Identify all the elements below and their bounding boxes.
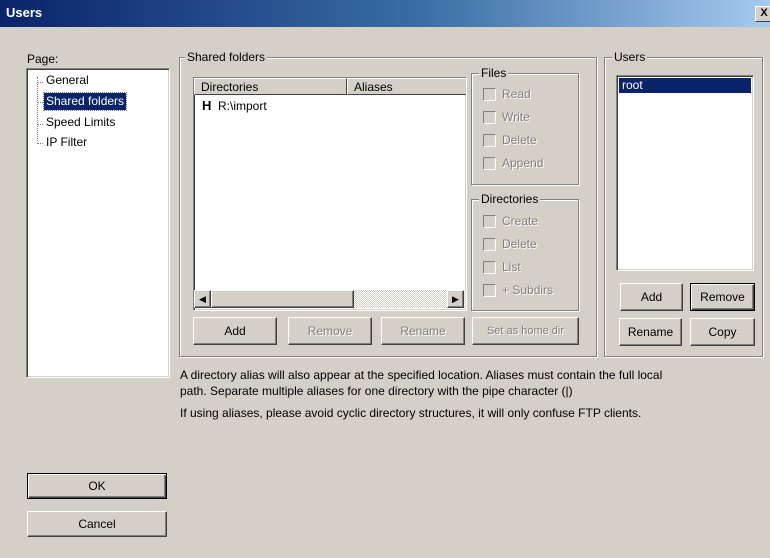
checkbox-icon xyxy=(483,156,496,170)
create-dir-checkbox[interactable]: Create xyxy=(483,214,538,228)
scroll-right-arrow-icon[interactable]: ▶ xyxy=(447,290,464,308)
directory-row[interactable]: R:\import xyxy=(218,99,267,113)
checkbox-icon xyxy=(483,214,496,228)
delete-file-label: Delete xyxy=(502,133,537,147)
column-header-directories[interactable]: Directories xyxy=(194,78,347,95)
read-label: Read xyxy=(502,87,531,101)
append-label: Append xyxy=(502,156,544,170)
alias-note-line2: path. Separate multiple aliases for one … xyxy=(180,384,573,398)
window-title: Users xyxy=(6,5,43,20)
close-button[interactable]: X xyxy=(755,6,770,22)
user-list-item[interactable]: root xyxy=(619,78,751,93)
set-home-dir-button[interactable]: Set as home dir xyxy=(472,317,579,345)
column-header-aliases[interactable]: Aliases xyxy=(347,78,466,95)
remove-user-button[interactable]: Remove xyxy=(690,283,755,311)
users-list[interactable]: root xyxy=(616,75,754,271)
list-dir-label: List xyxy=(502,260,521,274)
directories-group-label: Directories xyxy=(479,192,541,206)
subdirs-checkbox[interactable]: + Subdirs xyxy=(483,283,553,297)
create-dir-label: Create xyxy=(502,214,539,228)
tree-branch xyxy=(37,102,43,103)
shared-folders-group-label: Shared folders xyxy=(185,50,268,64)
tree-item-ip-filter[interactable]: IP Filter xyxy=(44,134,89,151)
tree-connector xyxy=(37,77,38,141)
write-checkbox[interactable]: Write xyxy=(483,110,530,124)
checkbox-icon xyxy=(483,260,496,274)
tree-item-shared-folders[interactable]: Shared folders xyxy=(42,92,128,111)
list-dir-checkbox[interactable]: List xyxy=(483,260,521,274)
home-dir-flag: H xyxy=(202,98,212,113)
delete-dir-label: Delete xyxy=(502,237,537,251)
tree-branch xyxy=(37,124,43,125)
delete-file-checkbox[interactable]: Delete xyxy=(483,133,537,147)
checkbox-icon xyxy=(483,237,496,251)
delete-dir-checkbox[interactable]: Delete xyxy=(483,237,537,251)
files-group-label: Files xyxy=(479,66,509,80)
alias-note-line1: A directory alias will also appear at th… xyxy=(180,368,663,382)
directory-list[interactable]: Directories Aliases H R:\import ◀ ▶ xyxy=(193,77,467,311)
ok-button[interactable]: OK xyxy=(27,473,167,499)
tree-item-speed-limits[interactable]: Speed Limits xyxy=(44,114,117,131)
checkbox-icon xyxy=(483,87,496,101)
alias-warning: If using aliases, please avoid cyclic di… xyxy=(180,406,642,420)
page-label: Page: xyxy=(27,52,59,66)
read-checkbox[interactable]: Read xyxy=(483,87,531,101)
add-directory-button[interactable]: Add xyxy=(193,317,277,345)
add-user-button[interactable]: Add xyxy=(620,283,683,311)
checkbox-icon xyxy=(483,283,496,297)
copy-user-button[interactable]: Copy xyxy=(690,318,755,346)
checkbox-icon xyxy=(483,110,496,124)
rename-directory-button[interactable]: Rename xyxy=(381,317,465,345)
append-checkbox[interactable]: Append xyxy=(483,156,543,170)
horizontal-scrollbar[interactable]: ◀ ▶ xyxy=(194,290,466,308)
tree-branch xyxy=(37,82,43,83)
cancel-button[interactable]: Cancel xyxy=(27,511,167,537)
close-icon: X xyxy=(760,7,768,19)
users-group-label: Users xyxy=(612,50,648,64)
checkbox-icon xyxy=(483,133,496,147)
tree-item-general[interactable]: General xyxy=(44,72,91,89)
remove-directory-button[interactable]: Remove xyxy=(288,317,372,345)
scroll-left-arrow-icon[interactable]: ◀ xyxy=(194,290,211,308)
tree-branch xyxy=(37,143,43,144)
title-bar[interactable] xyxy=(0,0,770,27)
write-label: Write xyxy=(502,110,530,124)
scrollbar-thumb[interactable] xyxy=(211,290,354,308)
rename-user-button[interactable]: Rename xyxy=(619,318,682,346)
subdirs-label: + Subdirs xyxy=(502,283,554,297)
